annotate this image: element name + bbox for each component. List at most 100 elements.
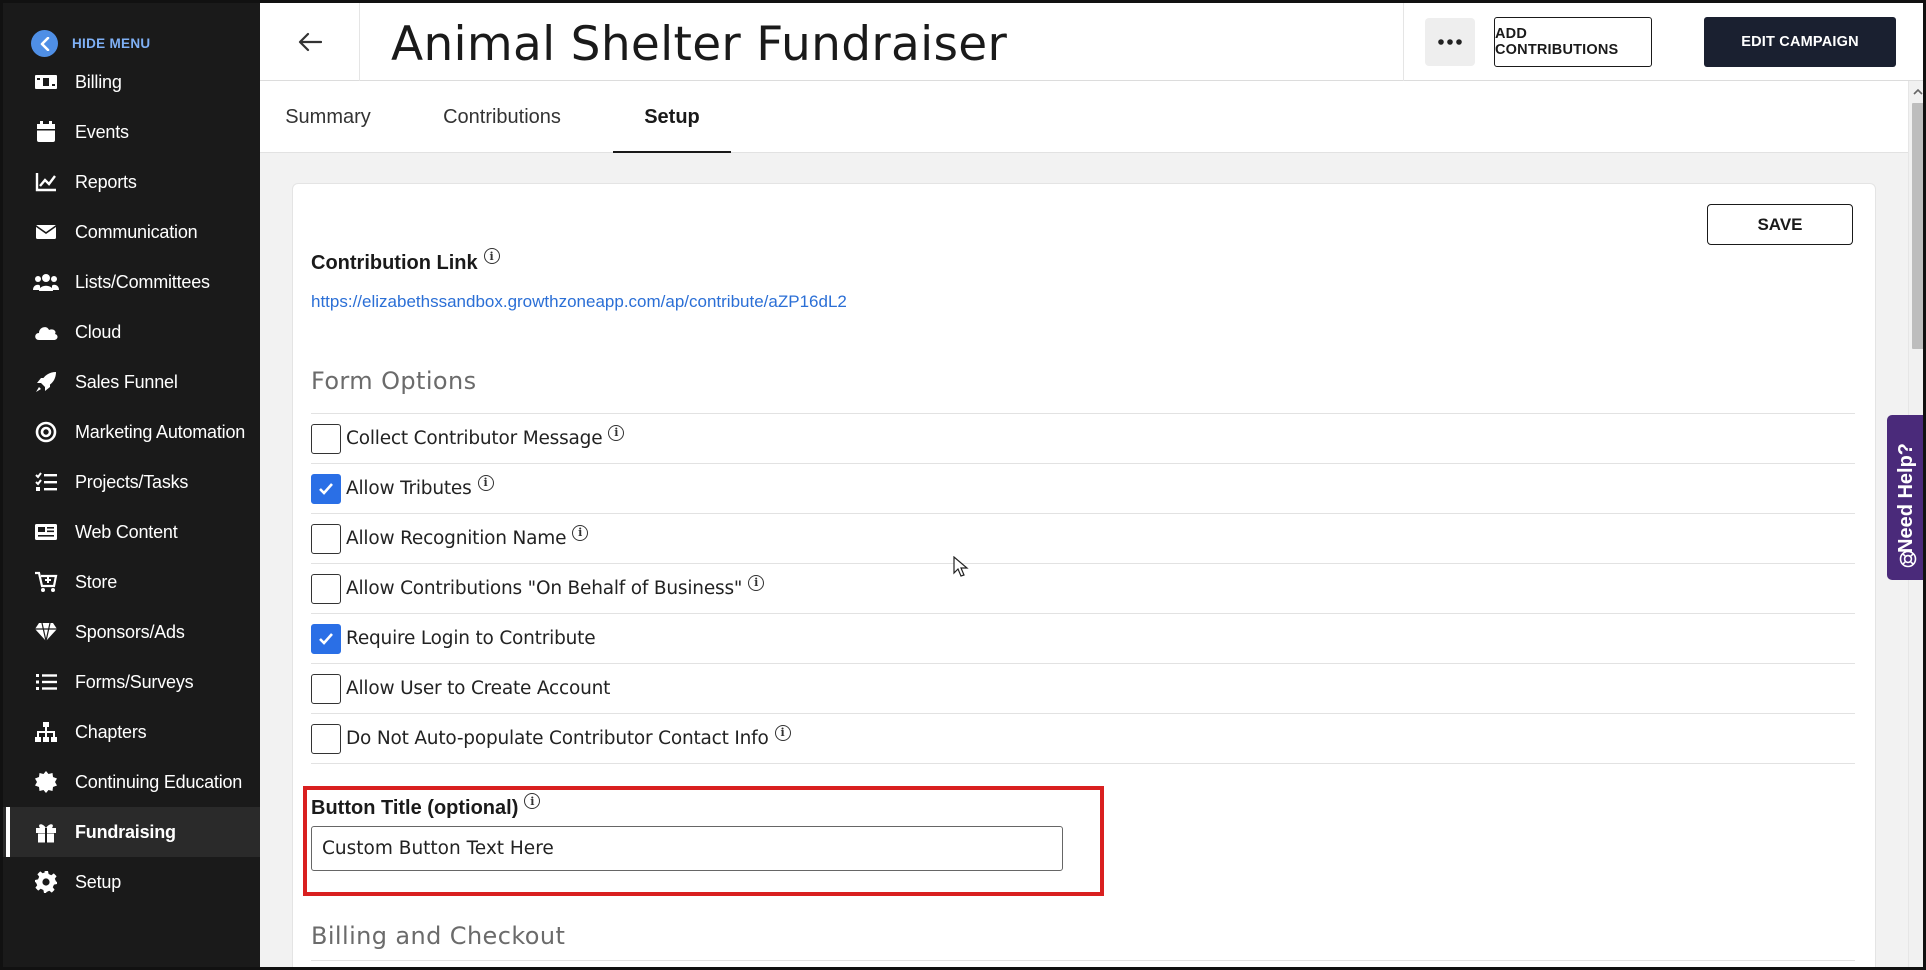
checkbox[interactable]	[311, 623, 341, 654]
contribution-link-heading: Contribution Link i	[311, 248, 500, 275]
sidebar-item-chapters[interactable]: Chapters	[3, 707, 260, 757]
cart-icon	[33, 571, 59, 593]
sidebar-item-label: Web Content	[75, 521, 178, 542]
button-title-input[interactable]	[311, 826, 1063, 871]
sidebar-item-projects-tasks[interactable]: Projects/Tasks	[3, 457, 260, 507]
info-icon[interactable]: i	[748, 574, 765, 591]
billing-checkout-heading: Billing and Checkout	[311, 922, 566, 950]
checkmark-icon	[319, 633, 333, 645]
checkbox[interactable]	[311, 423, 341, 454]
option-allow-tributes: Allow Tributes i	[311, 464, 1855, 514]
app-window: HIDE MENU Billing Events Reports Communi…	[0, 0, 1926, 970]
sidebar-item-label: Forms/Surveys	[75, 671, 194, 692]
option-allow-recognition-name: Allow Recognition Name i	[311, 514, 1855, 564]
gear-icon	[33, 871, 59, 893]
target-icon	[33, 421, 59, 443]
option-label: Allow User to Create Account	[346, 678, 611, 699]
checkbox[interactable]	[311, 573, 341, 604]
gem-icon	[33, 621, 59, 643]
sidebar-item-label: Reports	[75, 171, 137, 192]
envelope-icon	[33, 221, 59, 243]
list-icon	[33, 671, 59, 693]
info-icon[interactable]: i	[608, 424, 625, 441]
button-title-heading: Button Title (optional) i	[311, 793, 541, 820]
checkmark-icon	[319, 483, 333, 495]
tab-contributions[interactable]: Contributions	[432, 81, 572, 153]
contribution-link[interactable]: https://elizabethssandbox.growthzoneapp.…	[311, 292, 847, 312]
info-icon[interactable]: i	[477, 474, 494, 491]
sidebar-item-billing[interactable]: Billing	[3, 57, 260, 107]
sidebar-item-label: Cloud	[75, 321, 122, 342]
calendar-icon	[33, 121, 59, 143]
need-help-tab[interactable]: Need Help?	[1887, 415, 1923, 580]
save-button[interactable]: SAVE	[1707, 204, 1853, 245]
option-label: Allow Contributions "On Behalf of Busine…	[346, 578, 743, 599]
option-label: Allow Tributes	[346, 478, 472, 499]
button-title-label: Button Title (optional)	[311, 797, 519, 819]
checkbox[interactable]	[311, 473, 341, 504]
main-content: SAVE Contribution Link i https://elizabet…	[260, 153, 1908, 967]
scrollbar-thumb[interactable]	[1912, 103, 1923, 349]
page-header: Animal Shelter Fundraiser ADD CONTRIBUTI…	[260, 3, 1923, 81]
billing-icon	[33, 71, 59, 93]
option-allow-create-account: Allow User to Create Account	[311, 664, 1855, 714]
tab-summary[interactable]: Summary	[272, 81, 384, 153]
info-icon[interactable]: i	[524, 793, 541, 809]
sidebar-item-label: Lists/Committees	[75, 271, 210, 292]
sidebar-item-label: Chapters	[75, 721, 147, 742]
checkbox[interactable]	[311, 673, 341, 704]
setup-card: SAVE Contribution Link i https://elizabet…	[292, 183, 1876, 967]
chart-icon	[33, 171, 59, 193]
tasks-icon	[33, 471, 59, 493]
checkbox[interactable]	[311, 523, 341, 554]
option-do-not-autopopulate: Do Not Auto-populate Contributor Contact…	[311, 714, 1855, 764]
option-label: Do Not Auto-populate Contributor Contact…	[346, 728, 769, 749]
sidebar-item-marketing-automation[interactable]: Marketing Automation	[3, 407, 260, 457]
sidebar-item-setup[interactable]: Setup	[3, 857, 260, 907]
sidebar-item-forms-surveys[interactable]: Forms/Surveys	[3, 657, 260, 707]
sidebar-item-label: Sales Funnel	[75, 371, 178, 392]
cloud-icon	[33, 321, 59, 343]
tab-setup[interactable]: Setup	[613, 81, 731, 154]
sidebar: HIDE MENU Billing Events Reports Communi…	[3, 3, 260, 967]
info-icon[interactable]: i	[774, 724, 791, 741]
sidebar-item-continuing-education[interactable]: Continuing Education	[3, 757, 260, 807]
rocket-icon	[33, 371, 59, 393]
page-title: Animal Shelter Fundraiser	[391, 17, 1008, 72]
header-divider	[1403, 3, 1404, 81]
scroll-up-arrow[interactable]	[1909, 85, 1923, 99]
sidebar-item-fundraising[interactable]: Fundraising	[3, 807, 260, 857]
sidebar-item-label: Fundraising	[75, 821, 176, 842]
ellipsis-icon	[1438, 39, 1462, 45]
info-icon[interactable]: i	[483, 248, 500, 264]
sidebar-item-label: Sponsors/Ads	[75, 621, 185, 642]
option-allow-contributions-on-behalf: Allow Contributions "On Behalf of Busine…	[311, 564, 1855, 614]
sidebar-item-web-content[interactable]: Web Content	[3, 507, 260, 557]
sidebar-item-lists-committees[interactable]: Lists/Committees	[3, 257, 260, 307]
arrow-left-icon	[298, 32, 322, 52]
option-collect-contributor-message: Collect Contributor Message i	[311, 414, 1855, 464]
sidebar-item-label: Projects/Tasks	[75, 471, 189, 492]
info-icon[interactable]: i	[572, 524, 589, 541]
users-icon	[33, 271, 59, 293]
edit-campaign-button[interactable]: EDIT CAMPAIGN	[1704, 17, 1896, 67]
sidebar-item-reports[interactable]: Reports	[3, 157, 260, 207]
sidebar-item-sponsors-ads[interactable]: Sponsors/Ads	[3, 607, 260, 657]
contribution-link-title: Contribution Link	[311, 252, 478, 274]
checkbox[interactable]	[311, 723, 341, 754]
sidebar-item-communication[interactable]: Communication	[3, 207, 260, 257]
sidebar-item-cloud[interactable]: Cloud	[3, 307, 260, 357]
sidebar-item-sales-funnel[interactable]: Sales Funnel	[3, 357, 260, 407]
hide-menu-button[interactable]: HIDE MENU	[31, 30, 150, 57]
sidebar-item-label: Communication	[75, 221, 198, 242]
option-label: Allow Recognition Name	[346, 528, 567, 549]
badge-icon	[33, 771, 59, 793]
sidebar-item-label: Billing	[75, 71, 122, 92]
newspaper-icon	[33, 521, 59, 543]
sidebar-item-store[interactable]: Store	[3, 557, 260, 607]
sidebar-item-events[interactable]: Events	[3, 107, 260, 157]
more-options-button[interactable]	[1425, 18, 1475, 66]
back-button[interactable]	[260, 3, 360, 81]
sidebar-item-label: Setup	[75, 871, 122, 892]
add-contributions-button[interactable]: ADD CONTRIBUTIONS	[1494, 17, 1652, 67]
